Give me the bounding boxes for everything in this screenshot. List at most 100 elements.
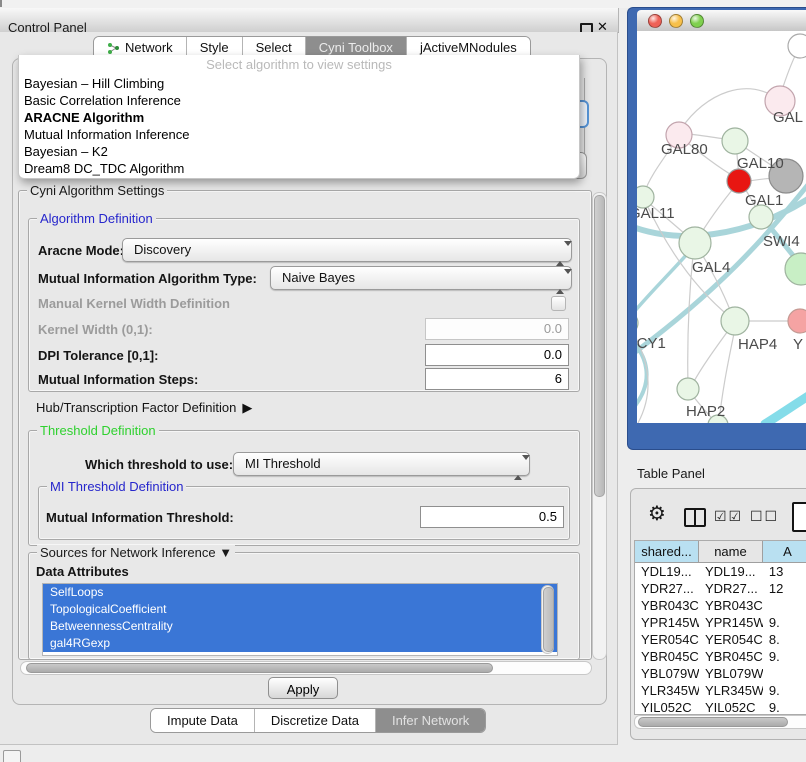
network-node-y-node[interactable] (788, 309, 806, 333)
hub-section-label[interactable]: Hub/Transcription Factor Definition▶ (36, 400, 252, 416)
network-edge[interactable] (681, 89, 780, 129)
algorithm-option[interactable]: Basic Correlation Inference (19, 92, 575, 109)
network-edge[interactable] (691, 324, 733, 387)
tab-infer-network[interactable]: Infer Network (376, 709, 485, 732)
table-cell: YBL079W (635, 665, 699, 682)
traffic-light-close[interactable] (648, 14, 662, 28)
algorithm-option[interactable]: Bayesian – Hill Climbing (19, 75, 575, 92)
threshold-group-title: Threshold Definition (37, 423, 159, 438)
popup-prompt: Select algorithm to view settings (19, 57, 579, 72)
unchecked-columns-icon[interactable]: ☐☐ (750, 508, 779, 525)
network-node-hap4[interactable] (721, 307, 749, 335)
algorithm-option[interactable]: ARACNE Algorithm (19, 109, 575, 126)
expand-arrow-icon[interactable]: ▶ (242, 400, 252, 416)
table-row[interactable]: YIL052CYIL052C9. (635, 699, 806, 714)
mi-steps-field[interactable]: 6 (425, 368, 569, 390)
mi-threshold-group-title: MI Threshold Definition (47, 479, 186, 494)
network-node-swi4-big[interactable] (785, 253, 806, 285)
list-scrollbar[interactable] (541, 585, 554, 654)
network-node-label: GAL (773, 109, 803, 126)
algorithm-option[interactable]: Mutual Information Inference (19, 126, 575, 143)
manual-kernel-checkbox[interactable] (551, 296, 566, 311)
aracne-mode-label: Aracne Mode: (38, 243, 124, 258)
attribute-item[interactable]: gal4RGexp (43, 635, 557, 652)
data-attributes-list[interactable]: SelfLoopsTopologicalCoefficientBetweenne… (42, 583, 558, 656)
table-cell: YBR045C (699, 648, 763, 665)
algorithm-popup: Select algorithm to view settings Bayesia… (18, 55, 580, 179)
settings-scrollbar[interactable] (592, 192, 607, 660)
table-row[interactable]: YBL079WYBL079W (635, 665, 806, 682)
file-icon[interactable] (792, 502, 806, 532)
traffic-light-zoom[interactable] (690, 14, 704, 28)
column-header-a[interactable]: A (763, 541, 806, 562)
network-node-gcy1[interactable] (637, 312, 638, 334)
table-hscrollbar-thumb[interactable] (638, 717, 788, 727)
attribute-item[interactable]: TopologicalCoefficient (43, 601, 557, 618)
settings-hscrollbar[interactable] (20, 661, 592, 675)
network-node-hap2[interactable] (677, 378, 699, 400)
network-node-label: HAP2 (686, 403, 725, 420)
sources-group-title[interactable]: Sources for Network Inference ▼ (37, 545, 235, 560)
attribute-item[interactable]: SelfLoops (43, 584, 557, 601)
table-cell (763, 597, 806, 614)
table-row[interactable]: YBR043CYBR043C (635, 597, 806, 614)
dpi-tolerance-label: DPI Tolerance [0,1]: (38, 348, 158, 363)
network-node-gal10[interactable] (722, 128, 748, 154)
algorithm-popup-list: Bayesian – Hill ClimbingBasic Correlatio… (19, 75, 575, 177)
table-cell: YBL079W (699, 665, 763, 682)
table-header-row: shared...nameA (635, 541, 806, 563)
table-row[interactable]: YER054CYER054C8. (635, 631, 806, 648)
table-row[interactable]: YBR045CYBR045C9. (635, 648, 806, 665)
apply-button[interactable]: Apply (268, 677, 338, 699)
table-row[interactable]: YPR145WYPR145W9. (635, 614, 806, 631)
algorithm-option[interactable]: Bayesian – K2 (19, 143, 575, 160)
settings-scrollbar-thumb[interactable] (594, 195, 605, 497)
network-edge[interactable] (765, 393, 806, 423)
table-cell: YLR345W (699, 682, 763, 699)
cyni-settings-title: Cyni Algorithm Settings (27, 183, 167, 198)
table-row[interactable]: YDR27...YDR27...12 (635, 580, 806, 597)
settings-hscrollbar-thumb[interactable] (26, 663, 493, 673)
table-cell: 9. (763, 614, 806, 631)
checked-columns-icon[interactable]: ☑☑ (714, 508, 743, 525)
table-cell: YER054C (635, 631, 699, 648)
network-node-gal1[interactable] (727, 169, 751, 193)
collapse-arrow-icon[interactable]: ▼ (219, 545, 232, 560)
bottom-tabs: Impute DataDiscretize DataInfer Network (150, 708, 486, 733)
mi-type-select[interactable]: Naive Bayes (270, 266, 572, 290)
table-cell: YLR345W (635, 682, 699, 699)
traffic-light-minimize[interactable] (669, 14, 683, 28)
algorithm-option[interactable]: Dream8 DC_TDC Algorithm (19, 160, 575, 177)
spinner-arrows-icon (556, 271, 564, 293)
table-cell: 9. (763, 699, 806, 714)
algorithm-definition-title: Algorithm Definition (37, 211, 156, 226)
which-threshold-select[interactable]: MI Threshold (233, 452, 530, 476)
screen: Control Panel ✕ NetworkStyleSelectCyni T… (0, 0, 806, 762)
network-canvas[interactable]: GALGAL80GAL10GAL1GAL11SWI4GAL4GCY1HAP4YH… (637, 31, 806, 423)
dpi-tolerance-field[interactable]: 0.0 (425, 344, 569, 366)
tab-impute-data[interactable]: Impute Data (151, 709, 255, 732)
network-node-label: Y (793, 336, 803, 353)
table-cell: YIL052C (699, 699, 763, 714)
list-scrollbar-thumb[interactable] (543, 587, 554, 652)
network-node-gal4[interactable] (679, 227, 711, 259)
bottom-left-button[interactable] (3, 750, 21, 762)
table-hscrollbar[interactable] (634, 715, 806, 729)
tab-discretize-data[interactable]: Discretize Data (255, 709, 376, 732)
table-cell: 9. (763, 648, 806, 665)
table-cell: YBR043C (699, 597, 763, 614)
attribute-item[interactable]: BetweennessCentrality (43, 618, 557, 635)
table-row[interactable]: YDL19...YDL19...13 (635, 563, 806, 580)
kernel-width-field[interactable]: 0.0 (425, 318, 569, 340)
mi-threshold-field[interactable]: 0.5 (420, 506, 564, 528)
table-gear-icon[interactable]: ⚙ (648, 504, 666, 524)
table-row[interactable]: YLR345WYLR345W9. (635, 682, 806, 699)
split-view-icon[interactable] (684, 508, 706, 527)
aracne-mode-select[interactable]: Discovery (122, 238, 572, 262)
column-header-name[interactable]: name (699, 541, 763, 562)
table-cell: YDL19... (635, 563, 699, 580)
network-node-top-partial[interactable] (788, 34, 806, 58)
window-edge-tick (0, 0, 2, 7)
column-header-shared-[interactable]: shared... (635, 541, 699, 562)
table-cell: YDR27... (635, 580, 699, 597)
